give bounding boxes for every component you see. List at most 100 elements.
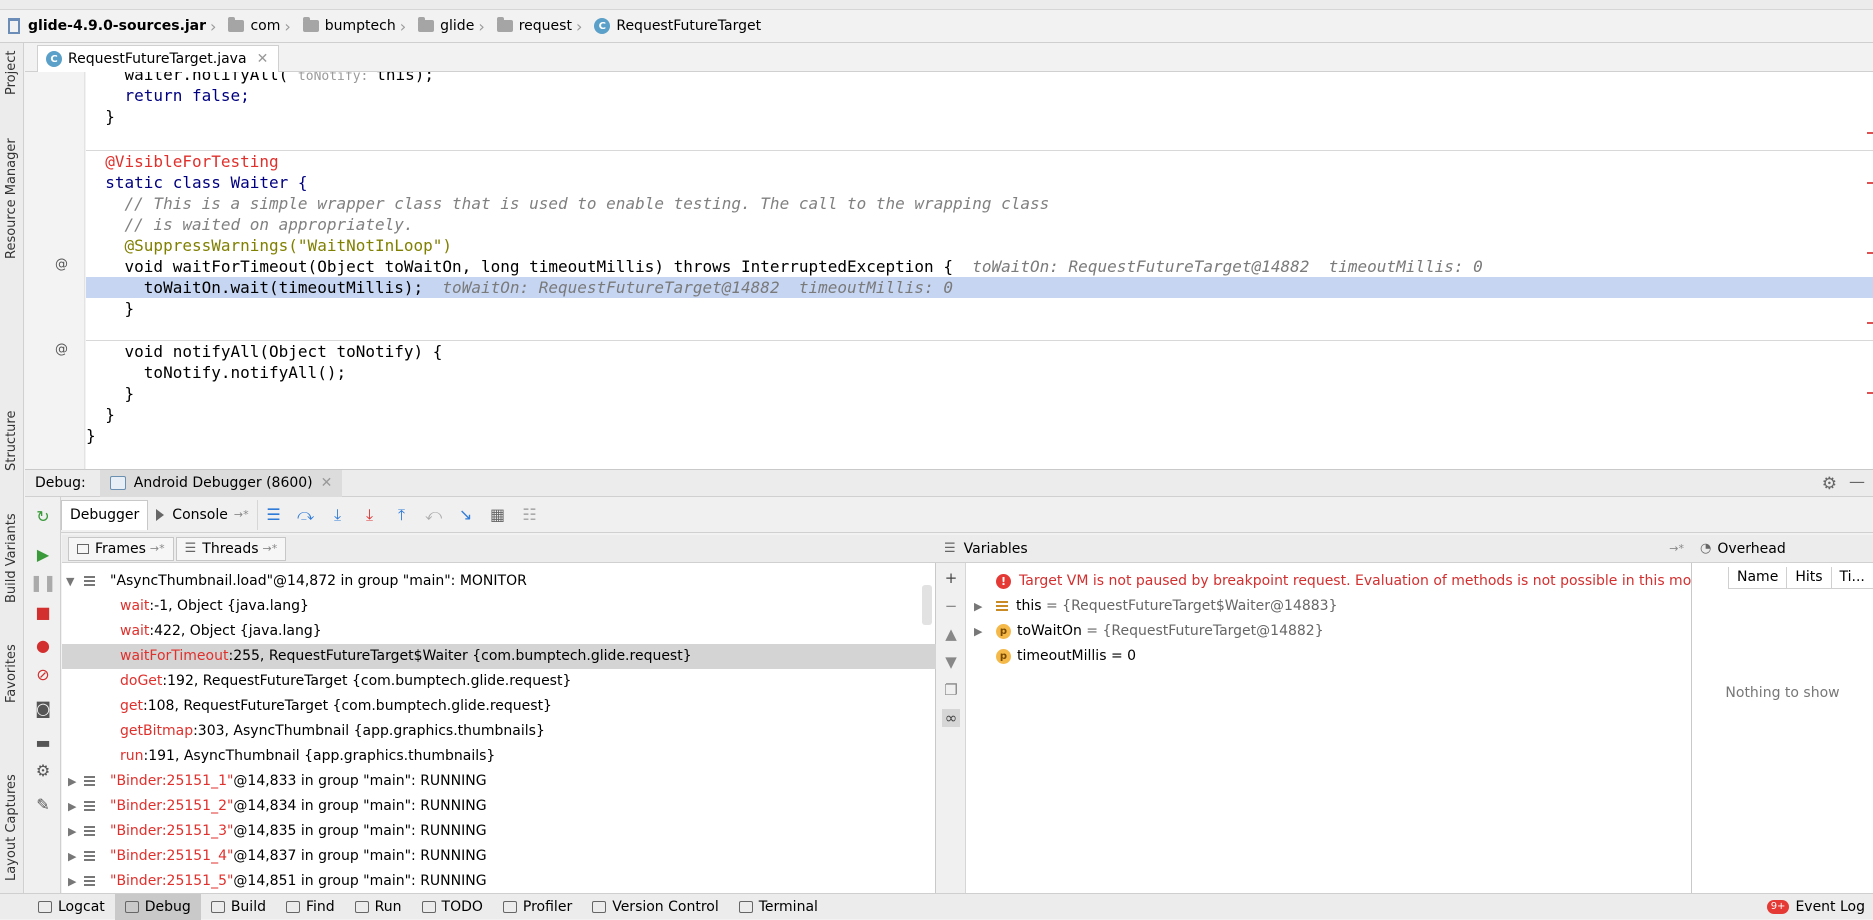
chevron-right-icon[interactable]: ▶ <box>974 594 982 619</box>
variable-row-towaiton[interactable]: ▶ p toWaitOn = {RequestFutureTarget@14882… <box>966 619 1692 644</box>
stop-icon[interactable]: ■ <box>32 601 54 623</box>
variable-row-timeoutmillis[interactable]: p timeoutMillis = 0 <box>966 644 1692 669</box>
drop-frame-icon[interactable]: ⤺ <box>422 503 446 527</box>
error-stripe-mark[interactable] <box>1867 322 1873 324</box>
breadcrumb-com[interactable]: com › <box>228 14 296 38</box>
breadcrumb-class[interactable]: C RequestFutureTarget <box>594 14 761 38</box>
trace-icon[interactable]: ☷ <box>518 503 542 527</box>
close-icon[interactable]: ✕ <box>257 51 269 67</box>
class-icon: C <box>594 18 611 34</box>
add-watch-icon[interactable]: + <box>942 569 960 587</box>
step-into-icon[interactable]: ⤓ <box>326 503 350 527</box>
chevron-right-icon[interactable]: ▶ <box>68 844 76 869</box>
thread-row[interactable]: ▶ "Binder:25151_2"@14,834 in group "main… <box>62 794 936 819</box>
tool-debug[interactable]: Debug <box>114 893 201 920</box>
stack-frame-row[interactable]: doGet:192, RequestFutureTarget {com.bump… <box>62 669 936 694</box>
run-to-cursor-icon[interactable]: ↘ <box>454 503 478 527</box>
column-time[interactable]: Ti... <box>1830 567 1873 588</box>
settings-icon[interactable]: ⚙ <box>32 759 54 781</box>
stack-frame-row[interactable]: getBitmap:303, AsyncThumbnail {app.graph… <box>62 719 936 744</box>
evaluate-expression-icon[interactable]: ▦ <box>486 503 510 527</box>
pause-icon[interactable]: ❚❚ <box>30 571 57 593</box>
step-out-icon[interactable]: ⤒ <box>390 503 414 527</box>
stack-frame-row[interactable]: wait:422, Object {java.lang} <box>62 619 936 644</box>
debug-session-tab[interactable]: Android Debugger (8600) ✕ <box>99 469 343 497</box>
thread-row[interactable]: ▶ "Binder:25151_3"@14,835 in group "main… <box>62 819 936 844</box>
breadcrumb-glide[interactable]: glide › <box>418 14 491 38</box>
tab-console[interactable]: Console →* <box>148 499 258 530</box>
breadcrumb-request[interactable]: request › <box>496 14 589 38</box>
stack-frame-row[interactable]: get:108, RequestFutureTarget {com.bumpte… <box>62 694 936 719</box>
column-name[interactable]: Name <box>1728 567 1786 588</box>
resume-icon[interactable]: ▶ <box>32 543 54 565</box>
code-editor[interactable]: waiter.notifyAll( toNotify: this); retur… <box>86 72 1873 469</box>
chevron-down-icon[interactable]: ▼ <box>66 569 74 594</box>
tool-window-resource-manager[interactable]: Resource Manager <box>4 138 19 259</box>
error-stripe-mark[interactable] <box>1867 182 1873 184</box>
pin-icon[interactable]: ✎ <box>32 793 54 815</box>
override-marker-icon[interactable]: @ <box>55 342 68 357</box>
tool-run[interactable]: Run <box>345 894 412 920</box>
camera-icon[interactable]: ◙ <box>32 697 54 719</box>
pin-arrow-icon[interactable]: →* <box>234 508 249 521</box>
tab-threads[interactable]: ☰ Threads →* <box>175 536 287 561</box>
tool-event-log[interactable]: 9+ Event Log <box>1766 894 1865 920</box>
copy-icon[interactable]: ❐ <box>942 681 960 699</box>
show-watches-icon[interactable]: ∞ <box>942 709 960 727</box>
tool-window-build-variants[interactable]: Build Variants <box>4 513 19 603</box>
frames-scrollbar[interactable] <box>922 585 932 625</box>
breadcrumb-bumptech[interactable]: bumptech › <box>302 14 412 38</box>
thread-row[interactable]: ▶ "Binder:25151_4"@14,837 in group "main… <box>62 844 936 869</box>
error-stripe-mark[interactable] <box>1867 252 1873 254</box>
pin-arrow-icon[interactable]: →* <box>150 542 165 555</box>
tab-frames[interactable]: Frames →* <box>68 536 174 561</box>
variable-row-this[interactable]: ▶ this = {RequestFutureTarget$Waiter@148… <box>966 594 1692 619</box>
tool-window-project[interactable]: Project <box>4 51 19 95</box>
threads-icon: ☰ <box>184 541 197 556</box>
stack-frame-row-selected[interactable]: waitForTimeout:255, RequestFutureTarget$… <box>62 644 936 669</box>
chevron-right-icon[interactable]: ▶ <box>974 619 982 644</box>
breadcrumb-jar[interactable]: glide-4.9.0-sources.jar › <box>8 14 222 38</box>
override-marker-icon[interactable]: @ <box>55 257 68 272</box>
show-execution-point-icon[interactable]: ☰ <box>262 503 286 527</box>
remove-watch-icon[interactable]: − <box>942 597 960 615</box>
tool-todo[interactable]: TODO <box>412 894 493 920</box>
mute-breakpoints-icon[interactable]: ⊘ <box>32 663 54 685</box>
thread-row[interactable]: ▶ "Binder:25151_1"@14,833 in group "main… <box>62 769 936 794</box>
layout-icon[interactable]: ▬ <box>32 731 54 753</box>
tool-terminal[interactable]: Terminal <box>729 894 828 920</box>
force-step-into-icon[interactable]: ⤓ <box>358 503 382 527</box>
tool-window-layout-captures[interactable]: Layout Captures <box>4 774 19 881</box>
tool-build[interactable]: Build <box>201 894 276 920</box>
move-up-icon[interactable]: ▲ <box>942 625 960 643</box>
chevron-right-icon[interactable]: ▶ <box>68 869 76 894</box>
close-icon[interactable]: ✕ <box>321 475 333 491</box>
tool-find[interactable]: Find <box>276 894 345 920</box>
tool-logcat[interactable]: Logcat <box>28 894 115 920</box>
error-stripe-mark[interactable] <box>1867 132 1873 134</box>
minimize-icon[interactable]: — <box>1849 472 1865 491</box>
stack-frame-row[interactable]: run:191, AsyncThumbnail {app.graphics.th… <box>62 744 936 769</box>
chevron-right-icon[interactable]: ▶ <box>68 769 76 794</box>
stack-frame-row[interactable]: wait:-1, Object {java.lang} <box>62 594 936 619</box>
tool-window-favorites[interactable]: Favorites <box>4 644 19 703</box>
gear-icon[interactable]: ⚙ <box>1822 474 1837 494</box>
thread-row-main[interactable]: ▼ "AsyncThumbnail.load"@14,872 in group … <box>62 569 936 594</box>
view-breakpoints-icon[interactable]: ● <box>32 634 54 656</box>
move-down-icon[interactable]: ▼ <box>942 653 960 671</box>
tool-window-structure[interactable]: Structure <box>4 411 19 471</box>
rerun-icon[interactable]: ↻ <box>32 505 54 527</box>
tool-version-control[interactable]: Version Control <box>582 894 729 920</box>
chevron-right-icon[interactable]: ▶ <box>68 794 76 819</box>
step-over-icon[interactable]: ⤼ <box>294 503 318 527</box>
pin-arrow-icon[interactable]: →* <box>1669 542 1684 555</box>
tab-debugger[interactable]: Debugger <box>61 499 149 530</box>
column-hits[interactable]: Hits <box>1786 567 1830 588</box>
error-stripe-mark[interactable] <box>1867 392 1873 394</box>
tool-profiler[interactable]: Profiler <box>493 894 582 920</box>
editor-gutter[interactable]: @ @ <box>25 72 85 469</box>
pin-arrow-icon[interactable]: →* <box>263 542 278 555</box>
chevron-right-icon[interactable]: ▶ <box>68 819 76 844</box>
thread-row[interactable]: ▶ "Binder:25151_5"@14,851 in group "main… <box>62 869 936 894</box>
editor-tab-requestfuturetarget[interactable]: C RequestFutureTarget.java ✕ <box>37 45 280 72</box>
